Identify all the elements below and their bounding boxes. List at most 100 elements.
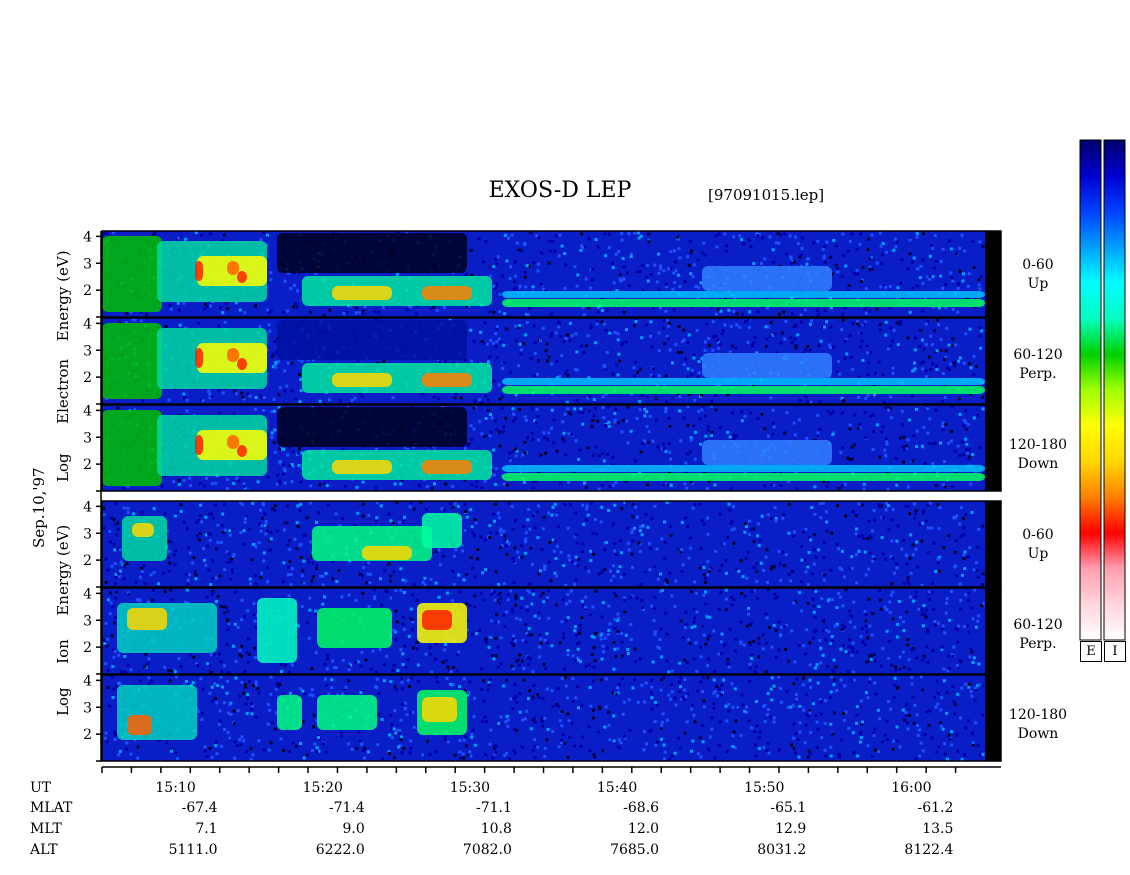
speckle	[487, 645, 491, 649]
speckle	[812, 562, 816, 566]
speckle	[623, 598, 627, 602]
speckle	[885, 440, 889, 443]
speckle	[222, 605, 225, 609]
speckle	[246, 637, 250, 641]
speckle	[398, 520, 402, 524]
speckle	[625, 328, 628, 332]
speckle	[673, 751, 677, 755]
speckle	[507, 236, 510, 240]
speckle	[707, 337, 710, 340]
speckle	[254, 407, 258, 411]
speckle	[872, 430, 876, 434]
speckle	[471, 566, 475, 570]
speckle	[934, 569, 938, 573]
speckle	[503, 312, 507, 316]
speckle	[967, 719, 971, 723]
speckle	[584, 664, 588, 668]
speckle	[240, 644, 244, 648]
speckle	[452, 666, 456, 669]
speckle	[412, 583, 416, 587]
speckle	[518, 324, 522, 328]
speckle	[294, 302, 298, 306]
speckle	[532, 514, 536, 518]
speckle	[462, 578, 466, 582]
speckle	[739, 642, 743, 645]
speckle	[179, 503, 183, 507]
speckle	[306, 558, 310, 562]
speckle	[389, 680, 393, 684]
speckle	[563, 667, 566, 671]
speckle	[867, 597, 871, 601]
speckle	[918, 276, 922, 280]
speckle	[502, 343, 506, 347]
speckle	[341, 658, 345, 662]
speckle	[104, 621, 108, 625]
speckle	[529, 727, 533, 731]
speckle	[380, 718, 384, 721]
speckle	[885, 608, 889, 612]
speckle	[269, 537, 273, 541]
speckle	[492, 590, 496, 594]
speckle	[688, 450, 692, 454]
speckle	[267, 311, 271, 315]
speckle	[594, 341, 598, 345]
speckle	[789, 257, 793, 260]
speckle	[843, 306, 847, 310]
speckle	[202, 558, 206, 562]
speckle	[848, 620, 852, 624]
speckle	[481, 571, 485, 575]
speckle	[902, 460, 905, 464]
speckle	[935, 318, 939, 322]
speckle	[710, 434, 714, 438]
speckle	[692, 657, 696, 661]
speckle	[694, 641, 698, 645]
speckle	[586, 334, 590, 338]
speckle	[939, 260, 943, 263]
speckle	[425, 485, 429, 488]
speckle	[537, 611, 541, 615]
speckle	[546, 359, 550, 363]
speckle	[524, 537, 528, 541]
speckle	[177, 308, 181, 312]
speckle	[187, 573, 191, 577]
speckle	[302, 533, 306, 537]
speckle	[298, 400, 302, 404]
speckle	[960, 573, 964, 577]
speckle	[715, 245, 719, 249]
spectral-feature	[237, 358, 247, 370]
speckle	[566, 653, 570, 657]
speckle	[228, 702, 232, 706]
speckle	[321, 602, 325, 606]
speckle	[105, 637, 109, 641]
speckle	[495, 325, 499, 329]
speckle	[821, 247, 825, 251]
speckle	[855, 713, 859, 717]
speckle	[978, 240, 982, 244]
speckle	[495, 262, 498, 266]
speckle	[953, 360, 957, 364]
speckle	[820, 597, 824, 600]
speckle	[363, 746, 367, 750]
speckle	[543, 568, 547, 572]
speckle	[607, 633, 610, 636]
speckle	[521, 638, 525, 642]
speckle	[617, 421, 620, 425]
speckle	[494, 502, 497, 506]
speckle	[581, 542, 585, 546]
speckle	[945, 597, 949, 601]
speckle	[700, 408, 704, 412]
speckle	[308, 608, 312, 612]
speckle	[643, 570, 647, 574]
speckle	[282, 472, 286, 476]
spectral-feature	[317, 608, 392, 648]
speckle	[503, 534, 507, 538]
speckle	[505, 678, 509, 682]
speckle	[469, 328, 473, 332]
speckle	[359, 664, 363, 668]
speckle	[120, 670, 124, 674]
speckle	[187, 546, 191, 550]
speckle	[444, 482, 448, 486]
speckle	[882, 516, 886, 520]
speckle	[544, 349, 548, 353]
speckle	[235, 392, 238, 396]
